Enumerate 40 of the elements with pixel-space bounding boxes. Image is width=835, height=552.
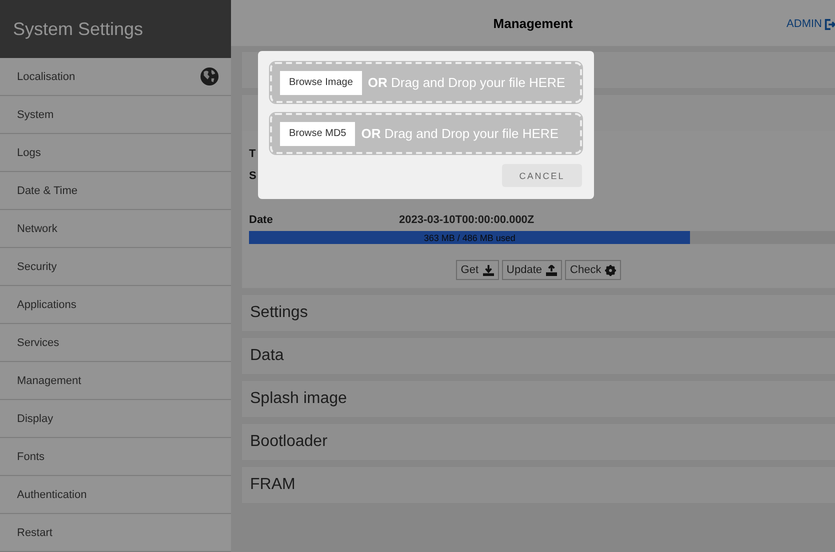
sidebar-item[interactable]: Display [0, 400, 231, 438]
page-title: Management [493, 16, 573, 30]
browse-button[interactable]: Browse Image [280, 70, 362, 94]
sidebar-item[interactable]: Services [0, 324, 231, 362]
drop-zone[interactable]: Browse Image OR Drag and Drop your file HERE [270, 62, 582, 103]
field-label: Date [249, 214, 274, 226]
download-icon [482, 264, 494, 276]
user-link[interactable]: ADMIN [786, 18, 835, 30]
field-label: S [249, 170, 258, 182]
logout-icon [824, 18, 835, 30]
drop-zone[interactable]: Browse MD5 OR Drag and Drop your file HERE [270, 113, 582, 154]
sidebar-item[interactable]: Restart [0, 514, 231, 552]
storage-text: 363 MB / 486 MB used [424, 232, 516, 242]
sidebar-item[interactable]: System [0, 96, 231, 134]
sidebar-item[interactable]: Management [0, 362, 231, 400]
sidebar-item[interactable]: Localisation [0, 58, 231, 96]
field-label: T [249, 148, 257, 160]
browse-button[interactable]: Browse MD5 [280, 122, 356, 146]
app-title: System Settings [13, 18, 144, 40]
sidebar-item[interactable]: Fonts [0, 438, 231, 476]
field-value: 2023-03-10T00:00:00.000Z [399, 214, 534, 226]
drop-hint: OR Drag and Drop your file HERE [361, 126, 558, 141]
sidebar-item[interactable]: Date & Time [0, 172, 231, 210]
sidebar-item[interactable]: Applications [0, 286, 231, 324]
section-title[interactable]: Splash image [250, 390, 347, 408]
section-title[interactable]: Settings [250, 304, 308, 322]
sidebar-item[interactable]: Network [0, 210, 231, 248]
upload-icon [546, 264, 558, 276]
gear-icon [605, 264, 616, 276]
drop-hint: OR Drag and Drop your file HERE [368, 75, 566, 90]
cancel-button[interactable]: CANCEL [502, 164, 582, 187]
sidebar-item[interactable]: Logs [0, 134, 231, 172]
action-button[interactable]: Get [456, 260, 499, 280]
sidebar-item[interactable]: Security [0, 248, 231, 286]
section-title[interactable]: Bootloader [250, 433, 328, 451]
action-button[interactable]: Check [565, 260, 622, 280]
sidebar-item[interactable]: Authentication [0, 476, 231, 514]
action-button[interactable]: Update [502, 260, 562, 280]
section-title[interactable]: Data [250, 347, 284, 365]
section-title[interactable]: FRAM [250, 476, 296, 494]
